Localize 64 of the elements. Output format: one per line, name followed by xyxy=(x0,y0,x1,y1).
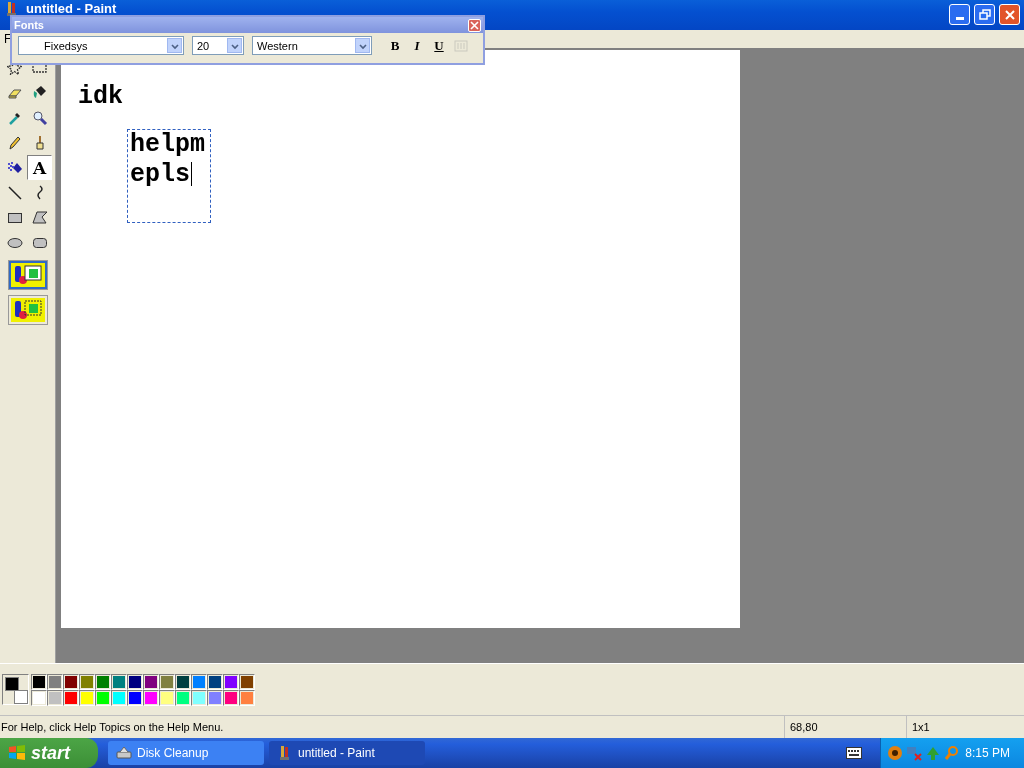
vertical-text-icon xyxy=(454,39,468,52)
color-swatch[interactable] xyxy=(95,674,111,690)
opaque-shapes-icon xyxy=(11,263,45,287)
minimize-icon xyxy=(955,17,964,20)
taskbar-button[interactable]: Disk Cleanup xyxy=(108,741,264,765)
polygon-icon xyxy=(31,209,48,226)
close-button[interactable] xyxy=(468,18,481,32)
font-dropdown[interactable]: Fixedsys xyxy=(18,36,184,55)
magnifier-icon xyxy=(31,109,48,126)
transparent-shapes-icon xyxy=(11,298,45,322)
color-swatch[interactable] xyxy=(143,690,159,706)
color-swatch[interactable] xyxy=(127,674,143,690)
color-swatch[interactable] xyxy=(223,690,239,706)
transparent-background-option[interactable] xyxy=(8,295,48,325)
restore-icon xyxy=(978,8,991,21)
opaque-background-option[interactable] xyxy=(8,260,48,290)
keyboard-icon[interactable] xyxy=(846,747,862,759)
color-swatch[interactable] xyxy=(175,690,191,706)
color-swatch[interactable] xyxy=(79,690,95,706)
taskbar-button[interactable]: untitled - Paint xyxy=(269,741,425,765)
close-icon xyxy=(470,20,479,30)
restore-button[interactable] xyxy=(974,4,995,25)
color-swatch[interactable] xyxy=(79,674,95,690)
start-button[interactable]: start xyxy=(0,738,98,768)
close-icon xyxy=(1003,8,1016,21)
minimize-button[interactable] xyxy=(949,4,970,25)
color-swatch[interactable] xyxy=(191,690,207,706)
color-swatch[interactable] xyxy=(207,690,223,706)
toolbar-title: Fonts xyxy=(14,19,44,31)
color-swatch[interactable] xyxy=(143,674,159,690)
color-swatch[interactable] xyxy=(31,690,47,706)
text-box[interactable]: helpm epls xyxy=(127,129,211,223)
color-swatch[interactable] xyxy=(111,674,127,690)
color-swatch[interactable] xyxy=(191,674,207,690)
canvas-text: idk xyxy=(78,82,123,112)
color-swatch[interactable] xyxy=(175,674,191,690)
spray-can-icon xyxy=(7,162,22,173)
status-text: For Help, click Help Topics on the Help Menu. xyxy=(0,720,225,735)
pencil-icon xyxy=(6,134,23,151)
color-swatch[interactable] xyxy=(63,674,79,690)
close-button[interactable] xyxy=(999,4,1020,25)
color-swatch[interactable] xyxy=(111,690,127,706)
windows-flag-icon xyxy=(8,744,26,762)
color-swatch[interactable] xyxy=(63,690,79,706)
clock: 8:15 PM xyxy=(965,746,1010,760)
text-tool-button[interactable]: A xyxy=(27,155,52,180)
dashed-rectangle-icon xyxy=(32,62,47,73)
window-title: untitled - Paint xyxy=(25,1,118,16)
color-swatch[interactable] xyxy=(127,690,143,706)
script-dropdown[interactable]: Western xyxy=(252,36,372,55)
size-dropdown[interactable]: 20 xyxy=(192,36,244,55)
color-swatch[interactable] xyxy=(47,674,63,690)
color-swatch[interactable] xyxy=(239,690,255,706)
color-swatch[interactable] xyxy=(159,690,175,706)
disk-drive-icon xyxy=(116,745,132,761)
color-swatch[interactable] xyxy=(239,674,255,690)
color-swatch[interactable] xyxy=(95,690,111,706)
color-swatch[interactable] xyxy=(31,674,47,690)
color-swatch[interactable] xyxy=(47,690,63,706)
diagonal-line-icon xyxy=(6,184,23,201)
paint-bucket-icon xyxy=(31,84,48,101)
color-swatch[interactable] xyxy=(207,674,223,690)
color-swatch[interactable] xyxy=(223,674,239,690)
color-swatch[interactable] xyxy=(159,674,175,690)
